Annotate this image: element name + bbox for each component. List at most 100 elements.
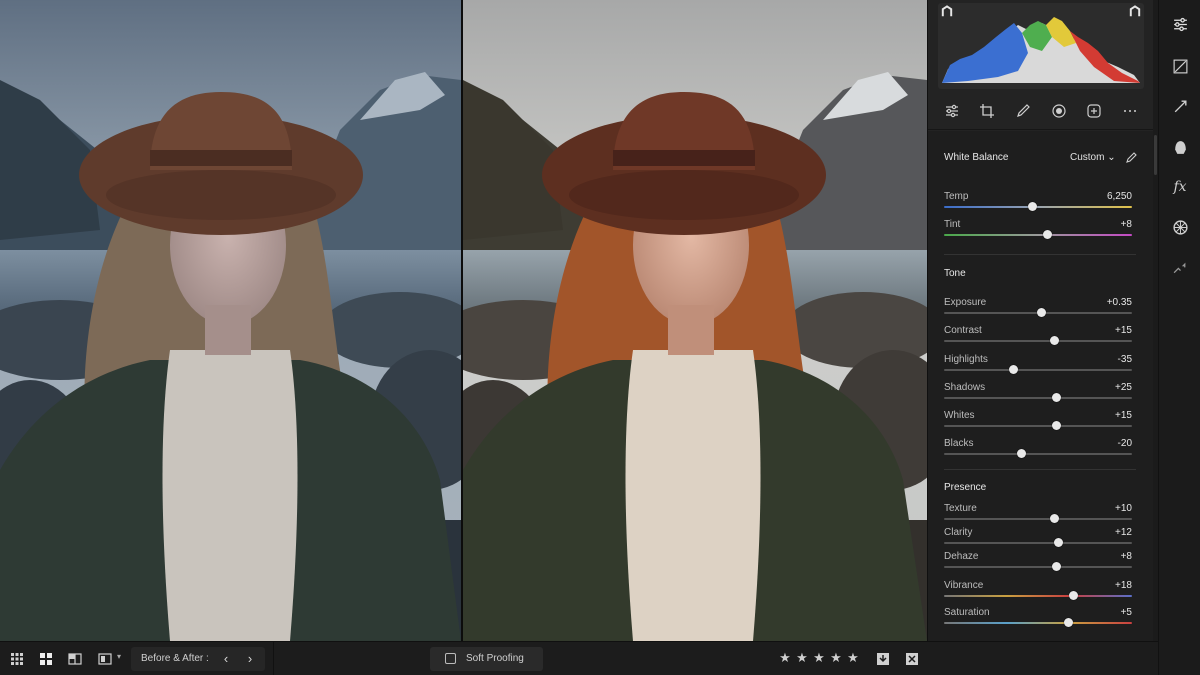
texture-slider[interactable]: Texture +10 [944, 503, 1132, 529]
exposure-slider[interactable]: Exposure +0.35 [944, 297, 1132, 323]
white-balance-selector[interactable] [1125, 151, 1137, 163]
vibrance-slider[interactable]: Vibrance +18 [944, 580, 1132, 606]
star-icon[interactable]: ★ [795, 650, 809, 666]
healing-tool-button[interactable] [1011, 99, 1035, 123]
more-tools-button[interactable] [1118, 99, 1142, 123]
highlights-value[interactable]: -35 [1118, 354, 1132, 365]
photo-compare-area[interactable] [0, 0, 927, 641]
tint-slider[interactable]: Tint +8 [944, 219, 1132, 245]
blacks-slider[interactable]: Blacks -20 [944, 438, 1132, 464]
before-after-control[interactable]: Before & After : ‹ › [131, 647, 265, 671]
tone-title: Tone [944, 268, 966, 279]
grid-view-icon [11, 653, 23, 665]
vibrance-thumb[interactable] [1069, 591, 1079, 600]
highlights-track[interactable] [944, 369, 1132, 371]
compare-view-button[interactable] [66, 650, 84, 668]
loupe-view-button[interactable] [37, 650, 55, 668]
blacks-value[interactable]: -20 [1118, 438, 1132, 449]
white-balance-mode-value: Custom [1070, 152, 1105, 163]
import-button[interactable] [874, 650, 892, 668]
crop-tool-button[interactable] [975, 99, 999, 123]
dehaze-value[interactable]: +8 [1121, 551, 1132, 562]
calibration-icon [1172, 219, 1188, 235]
tint-value[interactable]: +8 [1121, 219, 1132, 230]
clarity-value[interactable]: +12 [1115, 527, 1132, 538]
tint-track[interactable] [944, 234, 1132, 236]
contrast-track[interactable] [944, 340, 1132, 342]
curve-icon [1173, 59, 1187, 73]
shadow-clipping-toggle[interactable] [940, 5, 954, 19]
after-photo[interactable] [463, 0, 927, 641]
rail-detail-button[interactable] [1170, 96, 1190, 116]
star-icon[interactable]: ★ [846, 650, 860, 666]
whites-track[interactable] [944, 425, 1132, 427]
star-icon[interactable]: ★ [829, 650, 843, 666]
temp-value[interactable]: 6,250 [1107, 191, 1132, 202]
clarity-slider[interactable]: Clarity +12 [944, 527, 1132, 553]
saturation-track[interactable] [944, 622, 1132, 624]
saturation-thumb[interactable] [1063, 618, 1073, 627]
grid-view-button[interactable] [8, 650, 26, 668]
temp-track[interactable] [944, 206, 1132, 208]
rail-presets-button[interactable] [1170, 259, 1190, 279]
whites-value[interactable]: +15 [1115, 410, 1132, 421]
blacks-track[interactable] [944, 453, 1132, 455]
exposure-value[interactable]: +0.35 [1107, 297, 1132, 308]
grid-options-button[interactable] [903, 650, 921, 668]
chevron-down-icon: ⌄ [1107, 152, 1116, 163]
previous-arrow-icon[interactable]: ‹ [220, 652, 232, 666]
edit-tool-button[interactable] [940, 99, 964, 123]
vibrance-track[interactable] [944, 595, 1132, 597]
dehaze-thumb[interactable] [1052, 562, 1062, 571]
next-arrow-icon[interactable]: › [244, 652, 256, 666]
clarity-track[interactable] [944, 542, 1132, 544]
vibrance-value[interactable]: +18 [1115, 580, 1132, 591]
texture-value[interactable]: +10 [1115, 503, 1132, 514]
soft-proofing-checkbox[interactable] [445, 653, 456, 664]
contrast-slider[interactable]: Contrast +15 [944, 325, 1132, 351]
texture-thumb[interactable] [1050, 514, 1060, 523]
chevron-down-icon[interactable]: ▾ [117, 652, 121, 661]
rail-optics-button[interactable] [1170, 137, 1190, 157]
histogram[interactable] [938, 3, 1144, 89]
highlight-clipping-toggle[interactable] [1128, 5, 1142, 19]
temp-slider[interactable]: Temp 6,250 [944, 191, 1132, 217]
shadows-slider[interactable]: Shadows +25 [944, 382, 1132, 408]
white-balance-mode-select[interactable]: Custom ⌄ [1070, 152, 1116, 163]
rail-edit-button[interactable] [1170, 14, 1190, 34]
star-icon[interactable]: ★ [778, 650, 792, 666]
rail-effects-button[interactable]: fx [1170, 177, 1190, 197]
tint-thumb[interactable] [1042, 230, 1052, 239]
dehaze-track[interactable] [944, 566, 1132, 568]
saturation-slider[interactable]: Saturation +5 [944, 607, 1132, 633]
soft-proofing-toggle[interactable]: Soft Proofing [430, 647, 543, 671]
before-after-label[interactable]: Before & After : [141, 653, 209, 664]
rail-curve-button[interactable] [1170, 56, 1190, 76]
scrollbar-thumb[interactable] [1154, 135, 1157, 175]
shadows-track[interactable] [944, 397, 1132, 399]
saturation-value[interactable]: +5 [1121, 607, 1132, 618]
masking-icon [1087, 103, 1102, 118]
before-photo[interactable] [0, 0, 461, 641]
clarity-thumb[interactable] [1054, 538, 1064, 547]
exposure-thumb[interactable] [1037, 308, 1047, 317]
temp-thumb[interactable] [1027, 202, 1037, 211]
highlights-thumb[interactable] [1009, 365, 1019, 374]
red-eye-tool-button[interactable] [1047, 99, 1071, 123]
rail-calibration-button[interactable] [1170, 217, 1190, 237]
whites-thumb[interactable] [1052, 421, 1062, 430]
masking-tool-button[interactable] [1082, 99, 1106, 123]
triangle-clip-icon [1129, 5, 1141, 17]
highlights-slider[interactable]: Highlights -35 [944, 354, 1132, 380]
whites-slider[interactable]: Whites +15 [944, 410, 1132, 436]
dehaze-slider[interactable]: Dehaze +8 [944, 551, 1132, 577]
survey-view-button[interactable] [96, 650, 114, 668]
texture-track[interactable] [944, 518, 1132, 520]
star-icon[interactable]: ★ [812, 650, 826, 666]
star-rating[interactable]: ★ ★ ★ ★ ★ [778, 650, 860, 668]
blacks-thumb[interactable] [1016, 449, 1026, 458]
contrast-thumb[interactable] [1050, 336, 1060, 345]
shadows-thumb[interactable] [1052, 393, 1062, 402]
contrast-value[interactable]: +15 [1115, 325, 1132, 336]
shadows-value[interactable]: +25 [1115, 382, 1132, 393]
